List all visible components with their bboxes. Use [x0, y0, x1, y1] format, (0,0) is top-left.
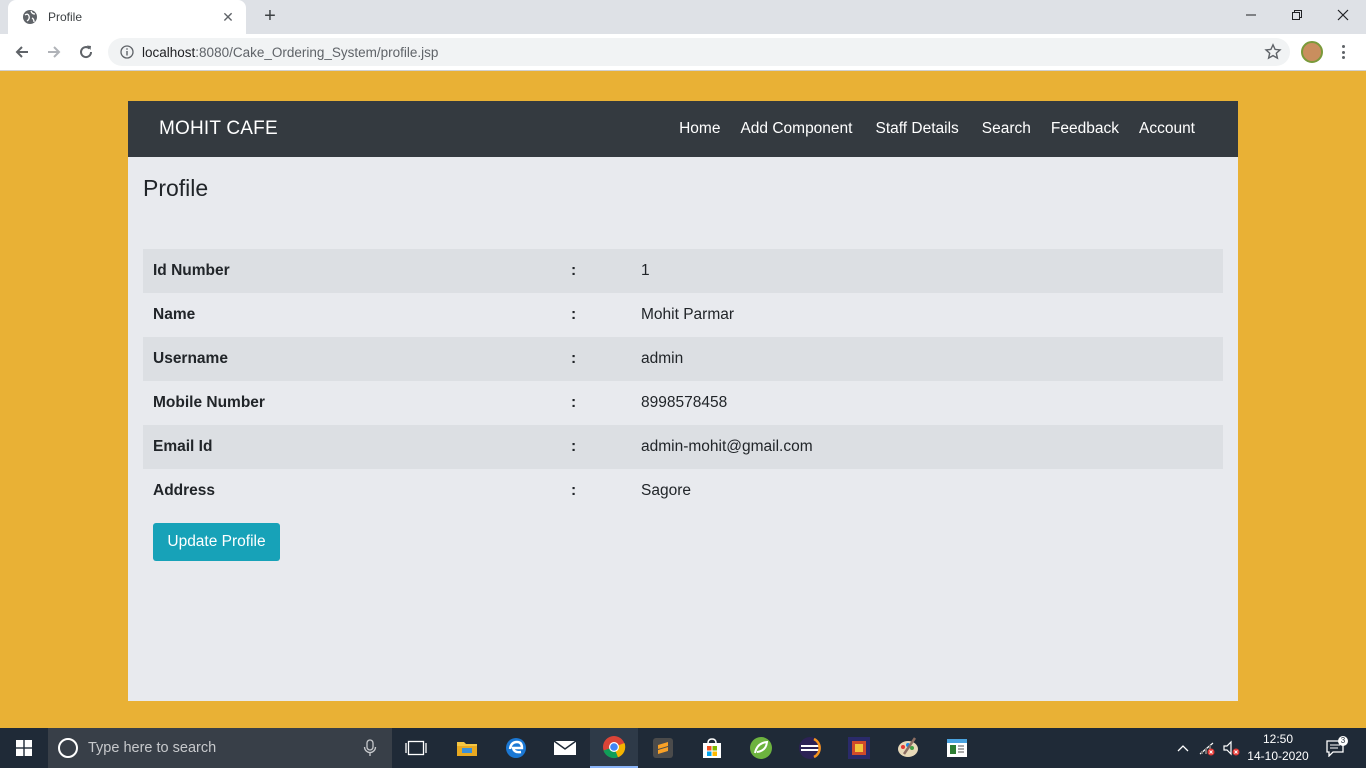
notification-count: 3 [1338, 736, 1348, 746]
file-explorer-icon[interactable] [443, 728, 491, 768]
row-label: Name [153, 306, 196, 323]
address-bar[interactable]: localhost:8080/Cake_Ordering_System/prof… [108, 38, 1290, 66]
spring-icon[interactable] [737, 728, 785, 768]
store-icon[interactable] [688, 728, 736, 768]
table-row: Id Number : 1 [143, 249, 1223, 293]
row-separator: : [571, 482, 577, 499]
row-separator: : [571, 306, 577, 323]
table-row: Username : admin [143, 337, 1223, 381]
row-separator: : [571, 394, 577, 411]
row-separator: : [571, 262, 577, 279]
forward-arrow-icon[interactable] [42, 40, 66, 64]
url-path: :8080/Cake_Ordering_System/profile.jsp [195, 44, 439, 60]
row-label: Id Number [153, 262, 230, 279]
nav-add-component[interactable]: Add Component [740, 120, 852, 138]
back-arrow-icon[interactable] [10, 40, 34, 64]
chrome-icon[interactable] [590, 728, 638, 768]
table-row: Mobile Number : 8998578458 [143, 381, 1223, 425]
mail-icon[interactable] [541, 728, 589, 768]
nav-account[interactable]: Account [1139, 120, 1195, 138]
info-icon[interactable] [120, 45, 134, 59]
browser-tab[interactable]: Profile ✕ [8, 0, 246, 34]
page-title: Profile [143, 175, 209, 201]
show-hidden-icons[interactable] [1172, 728, 1194, 768]
site-navbar: MOHIT CAFE Home Add Component Staff Deta… [128, 101, 1238, 157]
microphone-icon[interactable] [360, 738, 380, 758]
profile-table: Id Number : 1 Name : Mohit Parmar Userna… [143, 249, 1223, 513]
search-placeholder: Type here to search [88, 740, 217, 756]
taskbar-clock[interactable]: 12:50 14-10-2020 [1246, 731, 1310, 765]
update-profile-button[interactable]: Update Profile [153, 523, 280, 561]
taskbar: Type here to search 12:50 14-10-2020 3 [0, 728, 1366, 768]
restore-icon[interactable] [1274, 0, 1320, 30]
bookmark-star-icon[interactable] [1264, 43, 1282, 61]
profile-avatar[interactable] [1301, 41, 1323, 63]
nav-staff-details[interactable]: Staff Details [875, 120, 958, 138]
row-value: Sagore [641, 482, 691, 499]
row-label: Email Id [153, 438, 213, 455]
browser-menu-icon[interactable] [1338, 43, 1348, 61]
brand-logo[interactable]: MOHIT CAFE [159, 118, 278, 140]
browser-tab-strip: Profile ✕ + [0, 0, 1366, 34]
task-view-icon[interactable] [392, 728, 440, 768]
row-label: Mobile Number [153, 394, 265, 411]
minimize-icon[interactable] [1228, 0, 1274, 30]
row-value: admin [641, 350, 684, 367]
reload-icon[interactable] [74, 40, 98, 64]
table-row: Address : Sagore [143, 469, 1223, 513]
nav-search[interactable]: Search [982, 120, 1031, 138]
volume-muted-icon[interactable] [1220, 728, 1242, 768]
action-center-icon[interactable]: 3 [1320, 728, 1350, 768]
cortana-icon [58, 738, 78, 758]
row-label: Username [153, 350, 228, 367]
clock-date: 14-10-2020 [1247, 749, 1309, 763]
globe-icon [22, 9, 38, 25]
sublime-icon[interactable] [639, 728, 687, 768]
url-host: localhost [142, 44, 196, 60]
row-separator: : [571, 350, 577, 367]
nav-links: Home Add Component Staff Details Search … [659, 120, 1207, 138]
nav-home[interactable]: Home [679, 120, 720, 138]
row-value: 1 [641, 262, 650, 279]
clock-time: 12:50 [1262, 732, 1294, 746]
browser-toolbar: localhost:8080/Cake_Ordering_System/prof… [0, 34, 1366, 71]
tab-close-icon[interactable]: ✕ [220, 9, 236, 26]
edge-icon[interactable] [492, 728, 540, 768]
page-container: MOHIT CAFE Home Add Component Staff Deta… [128, 101, 1238, 701]
new-tab-button[interactable]: + [259, 6, 281, 28]
notepad-icon[interactable] [933, 728, 981, 768]
row-value: Mohit Parmar [641, 306, 735, 323]
taskbar-search[interactable]: Type here to search [48, 728, 392, 768]
row-value: admin-mohit@gmail.com [641, 438, 813, 455]
row-separator: : [571, 438, 577, 455]
nav-feedback[interactable]: Feedback [1051, 120, 1119, 138]
windows-start-icon[interactable] [0, 728, 48, 768]
tab-title: Profile [48, 10, 83, 24]
table-row: Email Id : admin-mohit@gmail.com [143, 425, 1223, 469]
eclipse-icon[interactable] [786, 728, 834, 768]
network-icon[interactable] [1196, 728, 1218, 768]
row-value: 8998578458 [641, 394, 728, 411]
game-icon[interactable] [835, 728, 883, 768]
row-label: Address [153, 482, 216, 499]
table-row: Name : Mohit Parmar [143, 293, 1223, 337]
paint-icon[interactable] [884, 728, 932, 768]
close-window-icon[interactable] [1320, 0, 1366, 30]
